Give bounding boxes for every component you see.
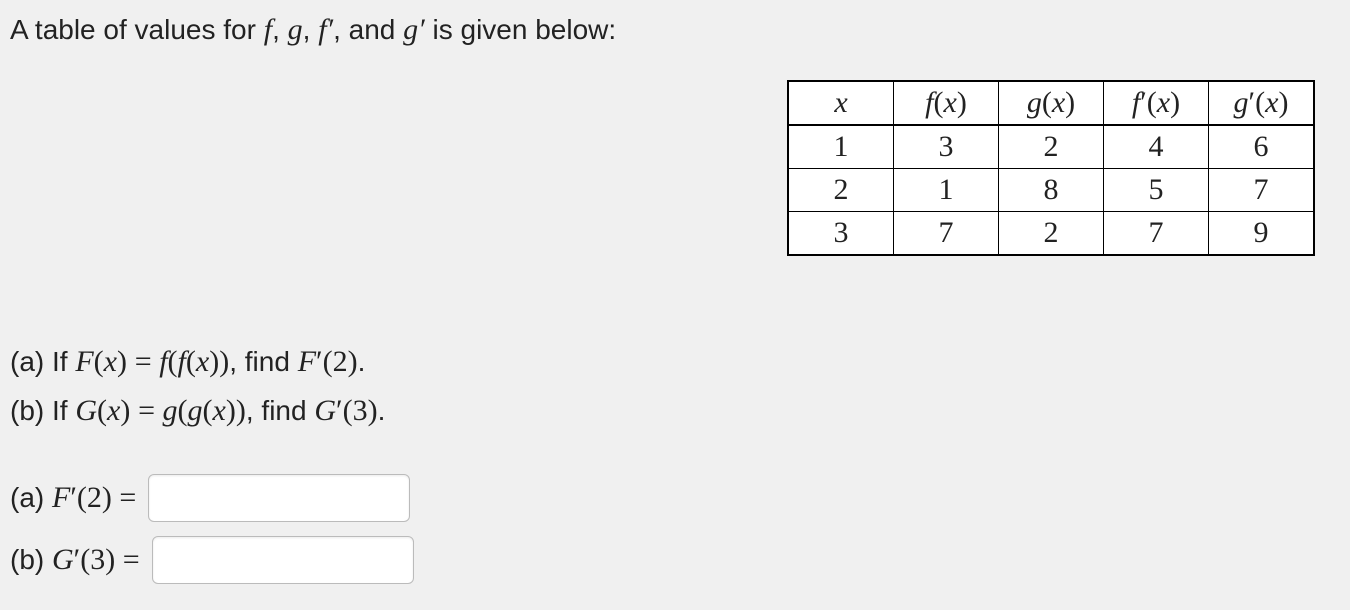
- table-row: 3 7 2 7 9: [788, 212, 1314, 256]
- col-fpx: f′(x): [1104, 81, 1209, 125]
- cell: 2: [999, 212, 1104, 256]
- answer-b-label: (b) G′(3) =: [10, 543, 140, 577]
- cell: 1: [788, 125, 894, 169]
- sep: ,: [303, 14, 319, 45]
- prompt-text-post: is given below:: [433, 14, 617, 45]
- prompt-text-pre: A table of values for: [10, 14, 264, 45]
- problem-prompt: A table of values for f, g, f′, and g′ i…: [10, 10, 1330, 49]
- col-x: x: [788, 81, 894, 125]
- col-gpx: g′(x): [1209, 81, 1315, 125]
- answer-b-input[interactable]: [152, 536, 414, 584]
- cell: 2: [999, 125, 1104, 169]
- cell: 7: [1104, 212, 1209, 256]
- cell: 7: [1209, 169, 1315, 212]
- sym-f-prime: f′: [318, 13, 333, 46]
- qa-label: (a) If: [10, 346, 75, 377]
- questions-block: (a) If F(x) = f(f(x)), find F′(2). (b) I…: [10, 339, 1330, 434]
- answer-a-input[interactable]: [148, 474, 410, 522]
- cell: 8: [999, 169, 1104, 212]
- cell: 1: [894, 169, 999, 212]
- question-b: (b) If G(x) = g(g(x)), find G′(3).: [10, 388, 1330, 435]
- sep: , and: [333, 14, 403, 45]
- question-a: (a) If F(x) = f(f(x)), find F′(2).: [10, 339, 1330, 386]
- cell: 5: [1104, 169, 1209, 212]
- cell: 3: [894, 125, 999, 169]
- sym-g-prime: g′: [403, 13, 425, 46]
- table-row: 2 1 8 5 7: [788, 169, 1314, 212]
- cell: 9: [1209, 212, 1315, 256]
- cell: 2: [788, 169, 894, 212]
- values-table: x f(x) g(x) f′(x) g′(x) 1 3 2 4 6 2 1 8 …: [787, 80, 1315, 256]
- table-header-row: x f(x) g(x) f′(x) g′(x): [788, 81, 1314, 125]
- cell: 4: [1104, 125, 1209, 169]
- table-row: 1 3 2 4 6: [788, 125, 1314, 169]
- sym-f: f: [264, 13, 272, 46]
- cell: 6: [1209, 125, 1315, 169]
- qb-label: (b) If: [10, 395, 75, 426]
- answers-block: (a) F′(2) = (b) G′(3) =: [10, 474, 1330, 584]
- qa-F: F: [75, 345, 93, 378]
- answer-a-row: (a) F′(2) =: [10, 474, 1330, 522]
- col-fx: f(x): [894, 81, 999, 125]
- sym-g: g: [288, 13, 303, 46]
- cell: 7: [894, 212, 999, 256]
- sep: ,: [272, 14, 288, 45]
- qb-G: G: [75, 394, 97, 427]
- cell: 3: [788, 212, 894, 256]
- col-gx: g(x): [999, 81, 1104, 125]
- answer-b-row: (b) G′(3) =: [10, 536, 1330, 584]
- answer-a-label: (a) F′(2) =: [10, 481, 136, 515]
